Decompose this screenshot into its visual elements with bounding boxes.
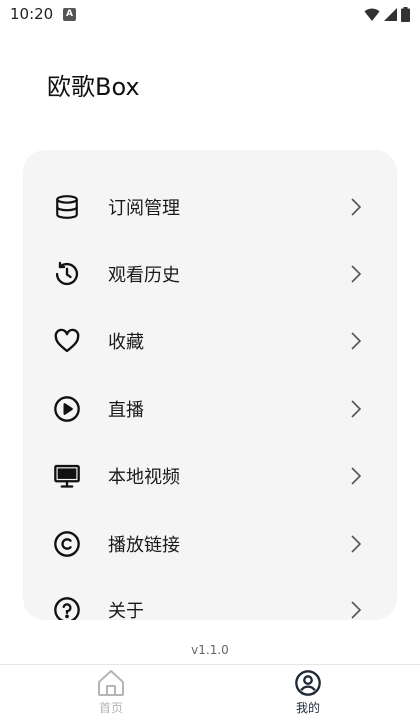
history-icon (53, 260, 81, 288)
version-text: v1.1.0 (191, 643, 229, 657)
chevron-right-icon (351, 198, 362, 216)
nav-tab-label: 我的 (295, 701, 320, 715)
play-circle-icon (53, 395, 81, 423)
user-circle-icon (295, 670, 321, 696)
menu-item-label: 本地视频 (108, 467, 180, 488)
chevron-right-icon (351, 601, 362, 619)
battery-icon (401, 7, 410, 22)
status-time: 10:20 (10, 5, 54, 23)
menu-item-label: 播放链接 (108, 535, 180, 556)
menu-item-subscriptions[interactable]: 订阅管理 (23, 179, 397, 235)
heart-icon (53, 327, 81, 355)
status-bar: 10:20 A (0, 0, 420, 30)
menu-item-favorites[interactable]: 收藏 (23, 313, 397, 369)
copyright-icon (53, 530, 81, 558)
bottom-nav: 首页 我的 (0, 664, 420, 720)
nav-tab-me[interactable]: 我的 (268, 669, 348, 720)
menu-item-label: 收藏 (108, 332, 144, 353)
menu-item-live[interactable]: 直播 (23, 381, 397, 437)
menu-item-play-link[interactable]: 播放链接 (23, 516, 397, 572)
menu-item-label: 订阅管理 (108, 198, 180, 219)
monitor-icon (53, 462, 81, 490)
help-circle-icon (53, 596, 81, 620)
menu-item-about[interactable]: 关于 (23, 582, 397, 620)
menu-item-label: 观看历史 (108, 265, 180, 286)
notification-icon: A (63, 8, 76, 21)
menu-card: 订阅管理 观看历史 收藏 直播 本地视频 播放链接 关于 (23, 150, 397, 620)
app-title: 欧歌Box (47, 73, 140, 101)
chevron-right-icon (351, 400, 362, 418)
status-icons (364, 7, 410, 22)
menu-item-local-video[interactable]: 本地视频 (23, 448, 397, 504)
home-icon (98, 670, 124, 696)
wifi-icon (364, 8, 380, 21)
chevron-right-icon (351, 332, 362, 350)
signal-icon (384, 8, 397, 21)
nav-tab-home[interactable]: 首页 (71, 669, 151, 720)
menu-item-label: 直播 (108, 400, 144, 421)
database-icon (53, 193, 81, 221)
chevron-right-icon (351, 535, 362, 553)
menu-item-history[interactable]: 观看历史 (23, 246, 397, 302)
menu-item-label: 关于 (108, 601, 144, 620)
nav-tab-label: 首页 (98, 701, 123, 715)
chevron-right-icon (351, 265, 362, 283)
chevron-right-icon (351, 467, 362, 485)
